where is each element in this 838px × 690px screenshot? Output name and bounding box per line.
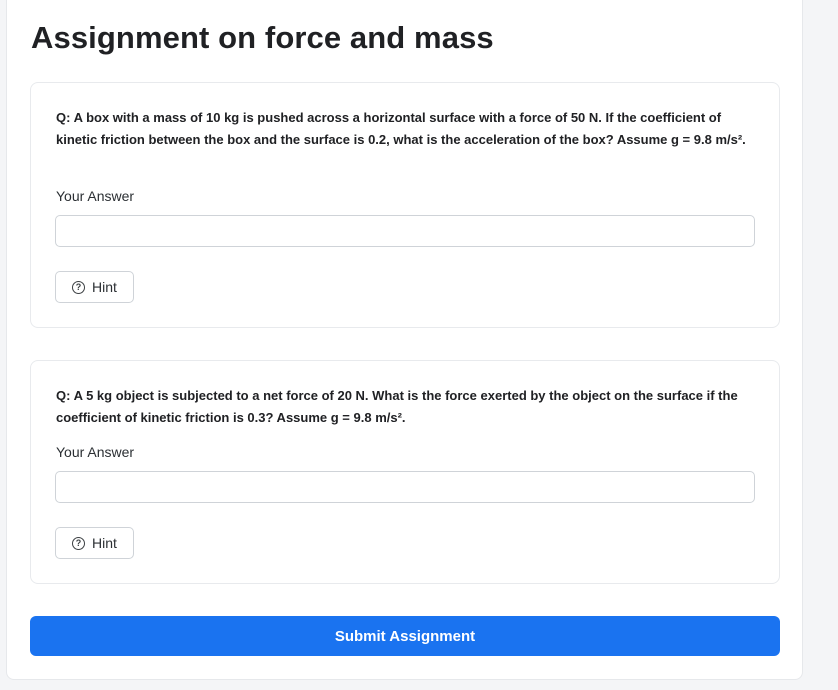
question-text: Q: A box with a mass of 10 kg is pushed … [56,110,746,147]
hint-button[interactable]: ? Hint [55,271,134,303]
submit-assignment-button[interactable]: Submit Assignment [30,616,780,656]
answer-label: Your Answer [56,188,135,204]
answer-input[interactable] [55,215,755,247]
question-card-1: Q: A box with a mass of 10 kg is pushed … [30,82,780,328]
hint-label: Hint [92,279,117,295]
hint-button[interactable]: ? Hint [55,527,134,559]
answer-input[interactable] [55,471,755,503]
question-card-2: Q: A 5 kg object is subjected to a net f… [30,360,780,584]
question-text: Q: A 5 kg object is subjected to a net f… [56,388,738,425]
answer-label: Your Answer [56,444,135,460]
question-circle-icon: ? [72,280,86,294]
hint-label: Hint [92,535,117,551]
page-title: Assignment on force and mass [31,20,494,55]
question-circle-icon: ? [72,536,86,550]
